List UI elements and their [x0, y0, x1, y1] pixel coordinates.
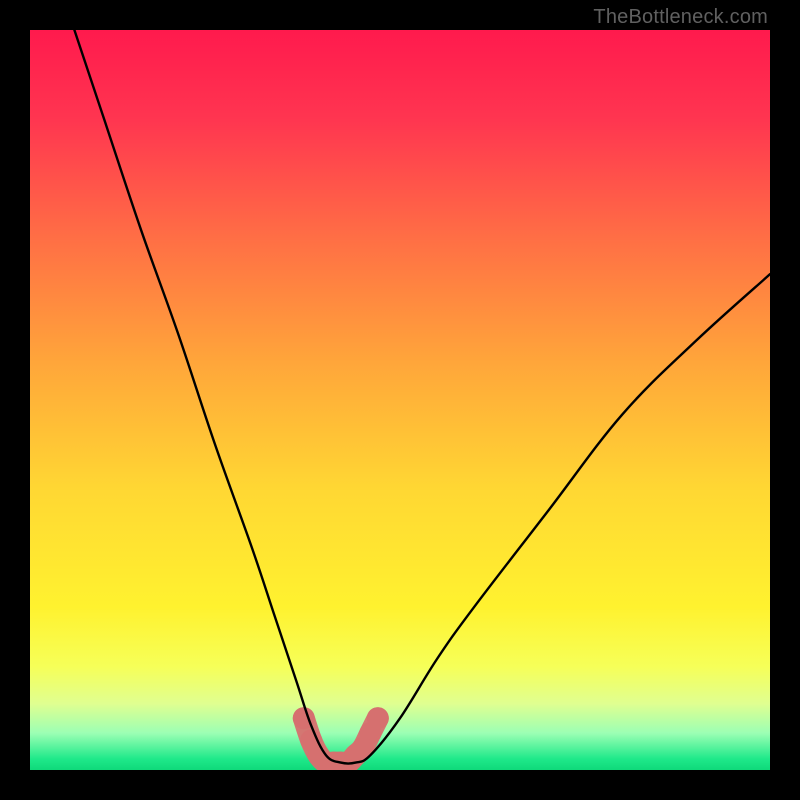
- watermark-text: TheBottleneck.com: [593, 6, 768, 29]
- bottleneck-curve: [74, 30, 770, 764]
- curve-layer: [30, 30, 770, 770]
- plot-area: [30, 30, 770, 770]
- valley-dot: [367, 707, 389, 729]
- chart-frame: TheBottleneck.com: [0, 0, 800, 800]
